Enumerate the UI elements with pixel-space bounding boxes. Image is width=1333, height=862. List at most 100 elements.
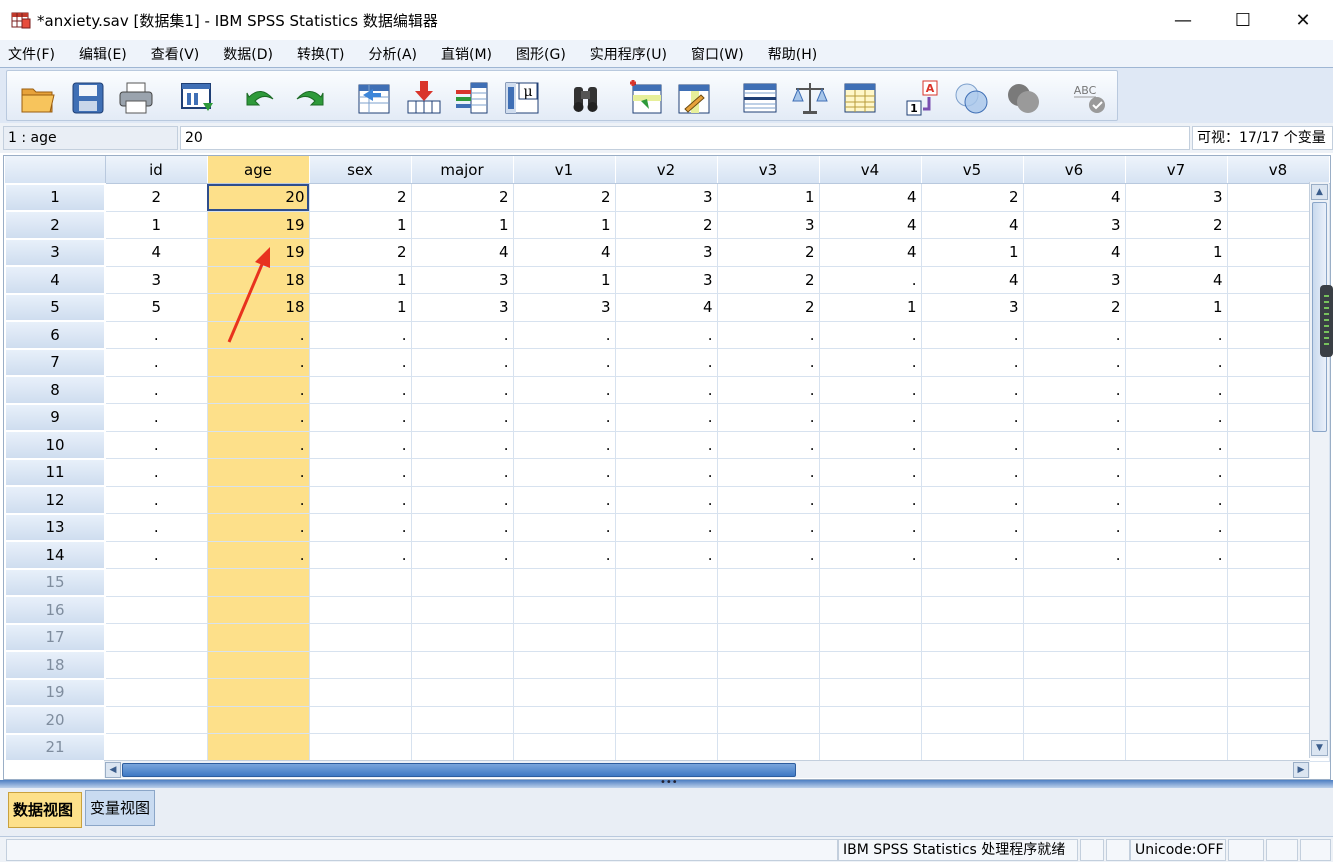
cell-v5[interactable] (921, 651, 1024, 679)
cell-sex[interactable]: . (309, 486, 412, 514)
cell-v2[interactable]: 3 (615, 238, 718, 267)
cell-sex[interactable]: . (309, 376, 412, 404)
cell-v2[interactable]: . (615, 458, 718, 487)
cell-v4[interactable] (819, 596, 922, 624)
undo-icon[interactable] (241, 79, 279, 117)
cell-v4[interactable]: 4 (819, 183, 922, 212)
cell-major[interactable]: . (411, 431, 514, 459)
cell-v7[interactable]: . (1125, 321, 1228, 349)
cell-age[interactable]: . (207, 513, 310, 542)
cell-id[interactable]: 3 (105, 266, 208, 294)
pane-splitter[interactable]: ••• (0, 777, 1333, 788)
open-folder-icon[interactable] (19, 79, 57, 117)
cell-v6[interactable]: . (1023, 431, 1126, 459)
cell-v4[interactable]: . (819, 403, 922, 432)
split-file-icon[interactable] (741, 79, 779, 117)
cell-age[interactable]: . (207, 321, 310, 349)
cell-v1[interactable] (513, 678, 616, 707)
cell-v4[interactable]: . (819, 376, 922, 404)
column-header-v4[interactable]: v4 (819, 156, 922, 184)
row-header[interactable]: 10 (4, 430, 106, 460)
cell-v5[interactable]: 4 (921, 211, 1024, 239)
cell-v5[interactable]: . (921, 541, 1024, 569)
cell-sex[interactable]: 1 (309, 211, 412, 239)
cell-v4[interactable]: 4 (819, 238, 922, 267)
cell-age[interactable]: . (207, 403, 310, 432)
cell-v5[interactable] (921, 733, 1024, 762)
variables-icon[interactable] (453, 79, 491, 117)
cell-age[interactable]: . (207, 541, 310, 569)
horizontal-scrollbar[interactable]: ◀ ▶ (104, 760, 1310, 778)
cell-v5[interactable] (921, 678, 1024, 707)
cell-v4[interactable]: 4 (819, 211, 922, 239)
cell-v1[interactable]: . (513, 513, 616, 542)
cell-v4[interactable] (819, 651, 922, 679)
cell-v4[interactable]: . (819, 541, 922, 569)
column-header-v6[interactable]: v6 (1023, 156, 1126, 184)
menu-edit[interactable]: 编辑(E) (79, 44, 127, 64)
cell-v1[interactable] (513, 706, 616, 734)
cell-age[interactable]: 19 (207, 238, 310, 267)
row-header[interactable]: 6 (4, 320, 106, 350)
cell-v7[interactable]: 3 (1125, 183, 1228, 212)
cell-v1[interactable]: 3 (513, 293, 616, 322)
cell-id[interactable]: . (105, 541, 208, 569)
cell-sex[interactable] (309, 733, 412, 762)
column-header-v5[interactable]: v5 (921, 156, 1024, 184)
cell-v5[interactable] (921, 568, 1024, 597)
cell-v2[interactable]: . (615, 486, 718, 514)
cell-id[interactable]: . (105, 431, 208, 459)
cell-v5[interactable]: . (921, 348, 1024, 377)
cell-v4[interactable]: 1 (819, 293, 922, 322)
cell-v2[interactable] (615, 678, 718, 707)
cell-major[interactable]: . (411, 348, 514, 377)
cell-major[interactable]: 2 (411, 183, 514, 212)
recall-dialog-icon[interactable] (179, 79, 217, 117)
cell-major[interactable]: . (411, 376, 514, 404)
cell-v6[interactable]: 3 (1023, 211, 1126, 239)
row-header[interactable]: 17 (4, 622, 106, 652)
cell-v5[interactable]: . (921, 513, 1024, 542)
cell-age[interactable]: 18 (207, 266, 310, 294)
cell-age[interactable] (207, 568, 310, 597)
cell-v6[interactable] (1023, 596, 1126, 624)
cell-age[interactable]: . (207, 431, 310, 459)
cell-v5[interactable]: 4 (921, 266, 1024, 294)
cell-sex[interactable]: . (309, 513, 412, 542)
column-header-sex[interactable]: sex (309, 156, 412, 184)
cell-age[interactable] (207, 678, 310, 707)
cell-v5[interactable] (921, 623, 1024, 652)
cell-v1[interactable]: . (513, 541, 616, 569)
cell-v1[interactable]: . (513, 431, 616, 459)
cell-v4[interactable]: . (819, 266, 922, 294)
cell-v1[interactable] (513, 623, 616, 652)
cell-id[interactable] (105, 623, 208, 652)
cell-sex[interactable]: . (309, 348, 412, 377)
cell-v6[interactable]: . (1023, 541, 1126, 569)
row-header[interactable]: 7 (4, 347, 106, 377)
menu-transform[interactable]: 转换(T) (297, 44, 344, 64)
cell-sex[interactable] (309, 623, 412, 652)
menu-graphs[interactable]: 图形(G) (516, 44, 566, 64)
cell-v2[interactable] (615, 651, 718, 679)
cell-id[interactable]: . (105, 458, 208, 487)
row-header[interactable]: 9 (4, 402, 106, 432)
cell-v3[interactable]: . (717, 486, 820, 514)
use-sets-icon[interactable] (953, 79, 991, 117)
cell-sex[interactable] (309, 568, 412, 597)
cell-v3[interactable] (717, 651, 820, 679)
cell-major[interactable]: . (411, 541, 514, 569)
cell-v3[interactable]: . (717, 513, 820, 542)
cell-v6[interactable] (1023, 706, 1126, 734)
menu-view[interactable]: 查看(V) (151, 44, 200, 64)
cell-major[interactable] (411, 733, 514, 762)
cell-v6[interactable]: . (1023, 376, 1126, 404)
cell-value-input[interactable]: 20 (180, 126, 1190, 150)
value-labels-icon[interactable]: A1 (903, 79, 941, 117)
cell-id[interactable]: . (105, 348, 208, 377)
cell-sex[interactable]: 2 (309, 183, 412, 212)
cell-major[interactable] (411, 623, 514, 652)
cell-v2[interactable] (615, 568, 718, 597)
cell-age[interactable]: . (207, 458, 310, 487)
cell-v3[interactable] (717, 623, 820, 652)
